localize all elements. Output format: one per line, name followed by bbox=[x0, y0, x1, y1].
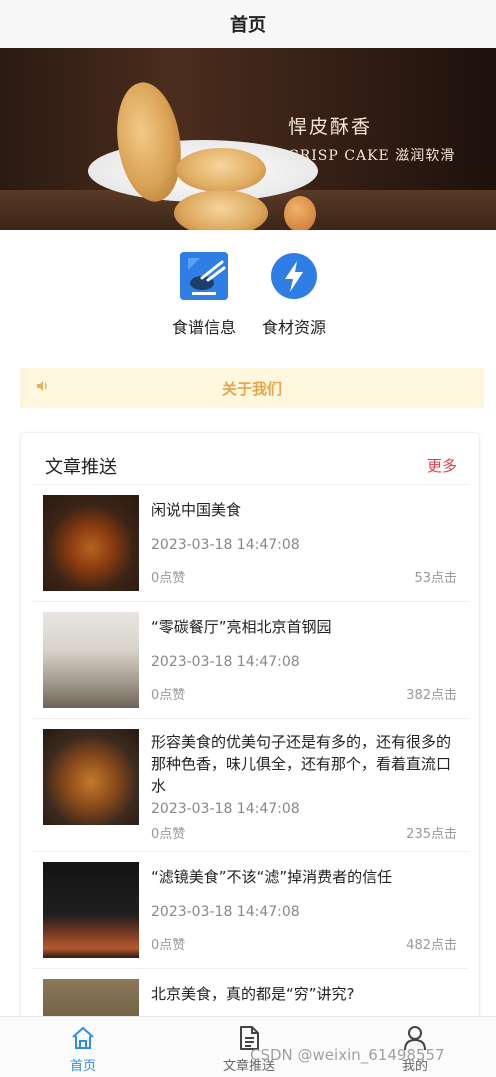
article-item[interactable]: “零碳餐厅”亮相北京首钢园 2023-03-18 14:47:08 0点赞 38… bbox=[33, 602, 469, 719]
banner-egg bbox=[284, 196, 316, 230]
article-item[interactable]: 闲说中国美食 2023-03-18 14:47:08 0点赞 53点击 bbox=[33, 485, 469, 602]
article-item[interactable]: “滤镜美食”不该“滤”掉消费者的信任 2023-03-18 14:47:08 0… bbox=[33, 852, 469, 969]
article-likes: 0点赞 bbox=[151, 571, 186, 586]
article-section-header: 文章推送 更多 bbox=[33, 433, 469, 485]
quick-link-ingredients[interactable]: 食材资源 bbox=[254, 252, 334, 338]
article-thumbnail bbox=[43, 729, 139, 825]
article-clicks: 53点击 bbox=[414, 571, 457, 586]
article-likes: 0点赞 bbox=[151, 688, 186, 703]
banner-slogan-line2: CRISP CAKE 滋润软滑 bbox=[288, 148, 456, 164]
article-clicks: 482点击 bbox=[406, 938, 457, 953]
tab-label: 首页 bbox=[69, 1059, 96, 1074]
article-title: 北京美食，真的都是“穷”讲究? bbox=[151, 985, 355, 1003]
quick-link-label: 食谱信息 bbox=[171, 318, 236, 337]
banner-cake bbox=[176, 148, 266, 192]
more-link[interactable]: 更多 bbox=[427, 455, 457, 476]
article-likes: 0点赞 bbox=[151, 827, 186, 842]
quick-links: 食谱信息 食材资源 bbox=[0, 252, 496, 342]
article-title: 形容美食的优美句子还是有多的，还有很多的那种色香，味儿俱全，还有那个，看着直流口… bbox=[151, 733, 452, 795]
article-date: 2023-03-18 14:47:08 bbox=[151, 904, 300, 920]
article-title: “滤镜美食”不该“滤”掉消费者的信任 bbox=[151, 868, 393, 886]
page-title: 首页 bbox=[230, 15, 266, 36]
article-item[interactable]: 形容美食的优美句子还是有多的，还有很多的那种色香，味儿俱全，还有那个，看着直流口… bbox=[33, 719, 469, 852]
watermark: CSDN @weixin_61498557 bbox=[250, 1046, 445, 1064]
quick-link-recipes[interactable]: 食谱信息 bbox=[164, 252, 244, 338]
top-bar: 首页 bbox=[0, 0, 496, 48]
banner-slogan-line1: 悍皮酥香 bbox=[288, 116, 373, 138]
article-clicks: 235点击 bbox=[406, 827, 457, 842]
tab-home[interactable]: 首页 bbox=[28, 1023, 138, 1074]
article-clicks: 382点击 bbox=[406, 688, 457, 703]
article-date: 2023-03-18 14:47:08 bbox=[151, 801, 300, 817]
article-thumbnail bbox=[43, 495, 139, 591]
section-title: 文章推送 bbox=[45, 457, 117, 478]
article-date: 2023-03-18 14:47:08 bbox=[151, 654, 300, 670]
lightning-icon bbox=[270, 252, 318, 300]
article-thumbnail bbox=[43, 612, 139, 708]
article-title: “零碳餐厅”亮相北京首钢园 bbox=[151, 618, 332, 636]
about-us-label: 关于我们 bbox=[221, 379, 282, 398]
banner-slogan: 悍皮酥香 CRISP CAKE 滋润软滑 bbox=[288, 112, 455, 165]
banner-carousel[interactable]: 悍皮酥香 CRISP CAKE 滋润软滑 bbox=[0, 48, 496, 230]
article-title: 闲说中国美食 bbox=[151, 501, 242, 519]
about-us-notice[interactable]: 关于我们 bbox=[20, 368, 484, 408]
article-likes: 0点赞 bbox=[151, 938, 186, 953]
quick-link-label: 食材资源 bbox=[261, 318, 326, 337]
article-thumbnail bbox=[43, 862, 139, 958]
home-icon bbox=[28, 1023, 138, 1053]
article-section: 文章推送 更多 闲说中国美食 2023-03-18 14:47:08 0点赞 5… bbox=[20, 432, 480, 1052]
speaker-icon bbox=[36, 379, 50, 397]
banner-cake bbox=[174, 190, 268, 230]
recipe-icon bbox=[180, 252, 228, 300]
article-date: 2023-03-18 14:47:08 bbox=[151, 537, 300, 553]
